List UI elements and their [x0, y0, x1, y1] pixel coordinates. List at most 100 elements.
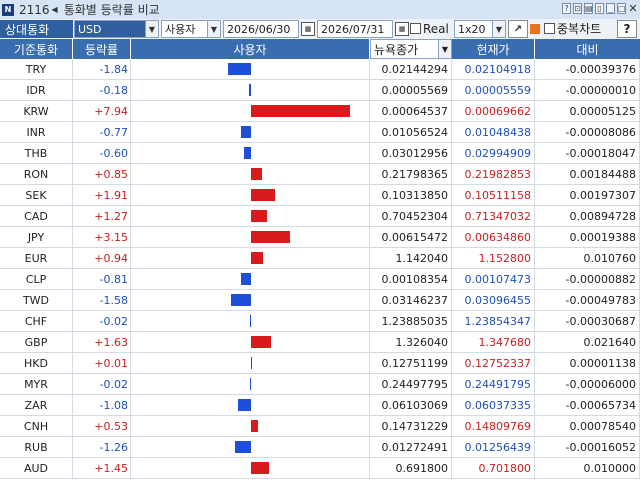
currency-code: HKD [0, 353, 73, 373]
table-row[interactable]: THB -0.60 0.03012956 0.02994909 -0.00018047 [0, 143, 640, 164]
change-bar [235, 441, 251, 453]
change-bar [251, 168, 262, 180]
close-icon[interactable]: ✕ [628, 3, 638, 14]
chevron-down-icon[interactable]: ▼ [492, 21, 505, 37]
prev-close-value: 0.03012956 [370, 143, 452, 163]
change-bar [248, 84, 251, 96]
table-row[interactable]: TRY -1.84 0.02144294 0.02104918 -0.00039376 [0, 59, 640, 80]
table-row[interactable]: CLP -0.81 0.00108354 0.00107473 -0.00000882 [0, 269, 640, 290]
table-row[interactable]: JPY +3.15 0.00615472 0.00634860 0.00019388 [0, 227, 640, 248]
table-row[interactable]: TWD -1.58 0.03146237 0.03096455 -0.00049783 [0, 290, 640, 311]
change-bar [250, 378, 251, 390]
maximize-icon[interactable]: □ [617, 3, 626, 14]
table-row[interactable]: CNH +0.53 0.14731229 0.14809769 0.00078540 [0, 416, 640, 437]
prev-close-value: 0.03146237 [370, 290, 452, 310]
start-date-input[interactable]: 2026/06/30 [223, 20, 299, 38]
change-bar [241, 126, 251, 138]
col-header-current[interactable]: 현재가 [452, 39, 535, 59]
end-date-input[interactable]: 2026/07/31 [317, 20, 393, 38]
chevron-down-icon[interactable]: ▼ [145, 21, 158, 37]
current-price-value: 0.01048438 [452, 122, 535, 142]
prev-close-value: 0.14731229 [370, 416, 452, 436]
table-row[interactable]: RUB -1.26 0.01272491 0.01256439 -0.00016052 [0, 437, 640, 458]
table-row[interactable]: HKD +0.01 0.12751199 0.12752337 0.00001138 [0, 353, 640, 374]
table-row[interactable]: RON +0.85 0.21798365 0.21982853 0.00184488 [0, 164, 640, 185]
change-rate: -0.77 [73, 122, 131, 142]
currency-code: RON [0, 164, 73, 184]
base-currency-select[interactable]: USD ▼ [74, 20, 159, 38]
currency-code: KRW [0, 101, 73, 121]
table-row[interactable]: IDR -0.18 0.00005569 0.00005559 -0.00000010 [0, 80, 640, 101]
table-row[interactable]: INR -0.77 0.01056524 0.01048438 -0.00008086 [0, 122, 640, 143]
col-header-currency[interactable]: 기준통화 [0, 39, 73, 59]
change-rate: +0.01 [73, 353, 131, 373]
table-row[interactable]: KRW +7.94 0.00064537 0.00069662 0.00005125 [0, 101, 640, 122]
change-rate: -1.26 [73, 437, 131, 457]
prev-close-value: 0.00108354 [370, 269, 452, 289]
currency-code: CLP [0, 269, 73, 289]
current-price-value: 0.12752337 [452, 353, 535, 373]
change-bar-cell [131, 80, 370, 100]
col-header-diff[interactable]: 대비 [535, 39, 640, 59]
real-checkbox[interactable] [410, 23, 421, 34]
diff-value: 0.010000 [535, 458, 640, 478]
prev-close-select[interactable]: 뉴욕종가 ▼ [370, 39, 452, 59]
change-bar-cell [131, 101, 370, 121]
mode-select[interactable]: 사용자 ▼ [161, 20, 221, 38]
table-row[interactable]: SEK +1.91 0.10313850 0.10511158 0.00197307 [0, 185, 640, 206]
diff-value: 0.00019388 [535, 227, 640, 247]
calendar-icon[interactable]: ▦ [395, 22, 409, 36]
change-rate: -0.81 [73, 269, 131, 289]
table-row[interactable]: CHF -0.02 1.23885035 1.23854347 -0.00030687 [0, 311, 640, 332]
chevron-down-icon[interactable]: ▼ [438, 40, 451, 58]
help-window-icon[interactable]: ? [562, 3, 571, 14]
diff-value: -0.00018047 [535, 143, 640, 163]
currency-code: IDR [0, 80, 73, 100]
diff-value: -0.00000010 [535, 80, 640, 100]
minimize-icon[interactable]: _ [606, 3, 615, 14]
change-rate: +0.85 [73, 164, 131, 184]
screen-menu-arrow-icon[interactable]: ◀ [52, 5, 58, 14]
current-price-value: 1.23854347 [452, 311, 535, 331]
table-row[interactable]: MYR -0.02 0.24497795 0.24491795 -0.00006000 [0, 374, 640, 395]
change-bar-cell [131, 290, 370, 310]
prev-close-value: 0.00064537 [370, 101, 452, 121]
col-header-bar[interactable]: 사용자 [131, 39, 370, 59]
prev-close-value: 0.10313850 [370, 185, 452, 205]
table-row[interactable]: EUR +0.94 1.142040 1.152800 0.010760 [0, 248, 640, 269]
real-label: Real [423, 22, 449, 36]
table-row[interactable]: ZAR -1.08 0.06103069 0.06037335 -0.00065734 [0, 395, 640, 416]
table-row[interactable]: GBP +1.63 1.326040 1.347680 0.021640 [0, 332, 640, 353]
grid-header: 기준통화 등락률 사용자 뉴욕종가 ▼ 현재가 대비 [0, 39, 640, 59]
currency-code: AUD [0, 458, 73, 478]
interval-select[interactable]: 1x20 ▼ [454, 20, 506, 38]
diff-value: -0.00065734 [535, 395, 640, 415]
col-header-prev-close: 뉴욕종가 [374, 42, 419, 57]
current-price-value: 0.01256439 [452, 437, 535, 457]
change-bar-cell [131, 248, 370, 268]
overlap-chart-checkbox[interactable] [544, 23, 555, 34]
col-header-change[interactable]: 등락률 [73, 39, 131, 59]
calendar-icon[interactable]: ▦ [301, 22, 315, 36]
change-rate: -0.02 [73, 374, 131, 394]
link-icon[interactable]: ⊡ [573, 3, 582, 14]
chevron-down-icon[interactable]: ▼ [207, 21, 220, 37]
table-row[interactable]: CAD +1.27 0.70452304 0.71347032 0.00894728 [0, 206, 640, 227]
diff-value: -0.00030687 [535, 311, 640, 331]
current-price-value: 0.02994909 [452, 143, 535, 163]
print-icon[interactable]: ▤ [584, 3, 593, 14]
prev-close-value: 1.142040 [370, 248, 452, 268]
pin-icon[interactable]: ▯ [595, 3, 604, 14]
table-row[interactable]: AUD +1.45 0.691800 0.701800 0.010000 [0, 458, 640, 479]
help-button[interactable]: ? [617, 20, 637, 38]
change-bar [228, 63, 251, 75]
change-rate: +0.53 [73, 416, 131, 436]
chart-tool-icon[interactable]: ↗ [508, 20, 528, 38]
change-rate: +1.45 [73, 458, 131, 478]
current-price-value: 0.00107473 [452, 269, 535, 289]
current-price-value: 0.00069662 [452, 101, 535, 121]
color-marker-icon[interactable] [530, 24, 540, 34]
change-rate: +0.94 [73, 248, 131, 268]
mode-value: 사용자 [165, 23, 196, 36]
currency-code: GBP [0, 332, 73, 352]
